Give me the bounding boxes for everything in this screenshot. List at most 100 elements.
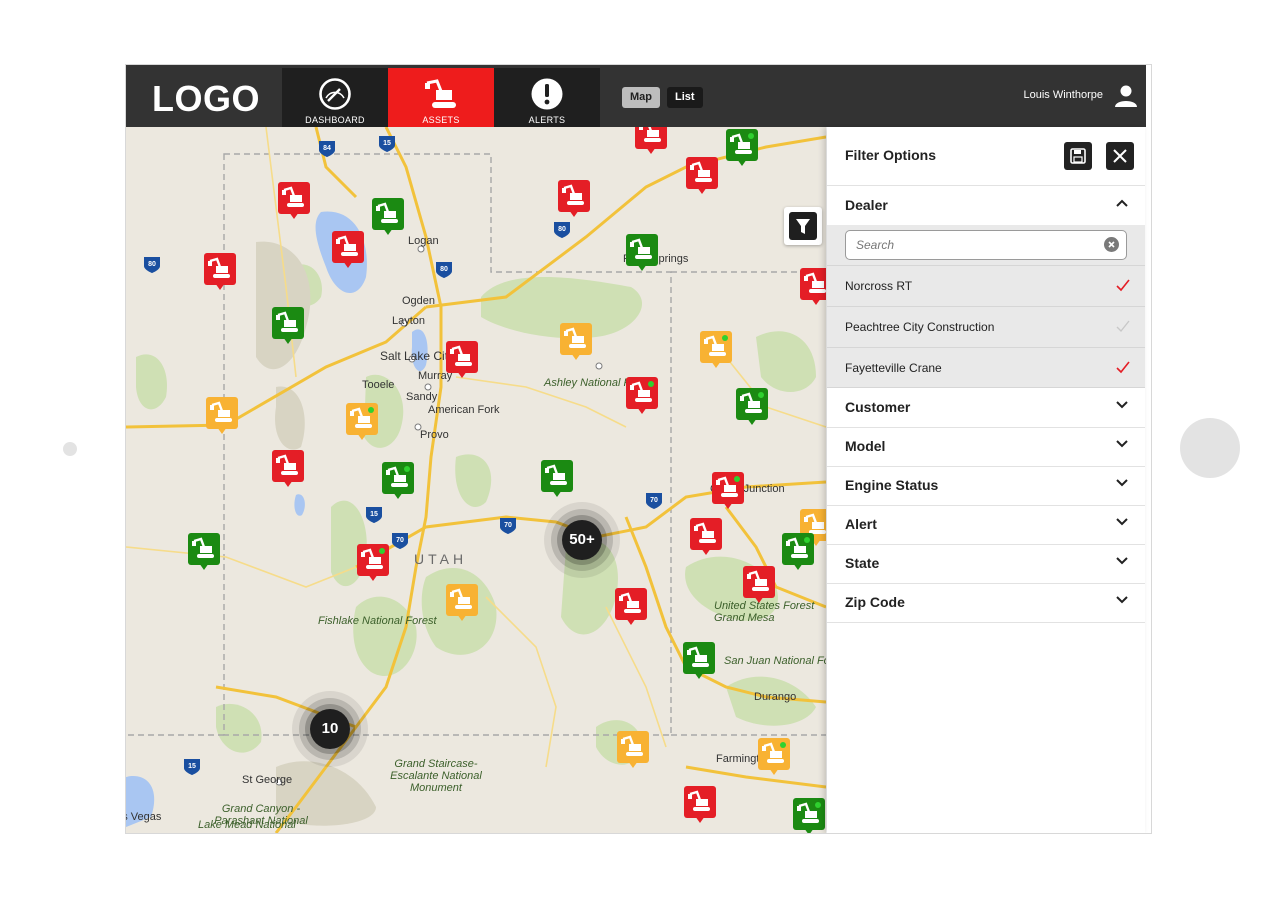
asset-pin[interactable] [683, 642, 715, 686]
section-label: Engine Status [845, 477, 939, 493]
nav-assets[interactable]: ASSETS [388, 68, 494, 127]
filter-panel: Filter Options Dealer Search Norcross RT… [827, 127, 1145, 833]
asset-pin[interactable] [560, 323, 592, 367]
asset-pin[interactable] [635, 127, 667, 161]
list-view-toggle[interactable]: List [667, 87, 703, 108]
excavator-icon [804, 272, 826, 293]
asset-pin[interactable] [626, 377, 658, 421]
svg-text:15: 15 [370, 511, 378, 518]
asset-pin[interactable] [558, 180, 590, 224]
logo: LOGO [152, 78, 260, 119]
asset-pin[interactable] [626, 234, 658, 278]
asset-pin[interactable] [206, 397, 238, 441]
dealer-option[interactable]: Fayetteville Crane [827, 347, 1145, 388]
excavator-icon [276, 454, 298, 475]
asset-pin[interactable] [372, 198, 404, 242]
filter-section-engine-status[interactable]: Engine Status [827, 466, 1145, 506]
nav-dashboard[interactable]: DASHBOARD [282, 68, 388, 127]
asset-pin[interactable] [382, 462, 414, 506]
filter-toggle-button[interactable] [784, 207, 822, 245]
filter-section-dealer[interactable]: Dealer [827, 185, 1145, 226]
asset-pin[interactable] [743, 566, 775, 610]
asset-pin[interactable] [346, 403, 378, 447]
option-label: Peachtree City Construction [845, 320, 995, 334]
cluster-count: 10 [310, 709, 350, 749]
asset-pin[interactable] [782, 533, 814, 577]
asset-pin[interactable] [615, 588, 647, 632]
asset-pin[interactable] [617, 731, 649, 775]
svg-text:70: 70 [396, 537, 404, 544]
asset-pin[interactable] [278, 182, 310, 226]
user-icon[interactable] [1114, 84, 1138, 108]
excavator-icon [694, 522, 716, 543]
option-label: Norcross RT [845, 279, 913, 293]
check-icon [1116, 279, 1130, 292]
asset-cluster[interactable]: 50+ [542, 500, 622, 580]
asset-pin[interactable] [188, 533, 220, 577]
asset-pin[interactable] [684, 786, 716, 830]
excavator-icon [336, 235, 358, 256]
map-view-toggle[interactable]: Map [622, 87, 660, 108]
chevron-up-icon [1116, 199, 1128, 207]
save-icon [1070, 148, 1086, 164]
asset-pin[interactable] [758, 738, 790, 782]
nav-alerts-label: ALERTS [528, 115, 566, 125]
close-panel-button[interactable] [1106, 142, 1134, 170]
excavator-icon [276, 311, 298, 332]
clear-search-icon[interactable] [1104, 237, 1119, 252]
map-label: Grand Staircase-Escalante National Monum… [390, 758, 482, 794]
dealer-option[interactable]: Peachtree City Construction [827, 306, 1145, 347]
asset-pin[interactable] [446, 341, 478, 385]
user-name[interactable]: Louis Winthorpe [1024, 89, 1104, 101]
map-label: Lake Mead National [198, 819, 296, 831]
asset-cluster[interactable]: 10 [290, 689, 370, 769]
svg-text:15: 15 [383, 140, 391, 147]
dealer-option[interactable]: Norcross RT [827, 265, 1145, 306]
filter-section-state[interactable]: State [827, 544, 1145, 584]
nav-alerts[interactable]: ALERTS [494, 68, 600, 127]
excavator-icon [687, 646, 709, 667]
map-label: St George [242, 774, 293, 786]
asset-pin[interactable] [357, 544, 389, 588]
asset-pin[interactable] [800, 268, 826, 312]
asset-pin[interactable] [272, 450, 304, 494]
excavator-icon [450, 588, 472, 609]
filter-section-alert[interactable]: Alert [827, 505, 1145, 545]
asset-pin[interactable] [686, 157, 718, 201]
section-label: Dealer [845, 197, 888, 213]
asset-pin[interactable] [712, 472, 744, 516]
chevron-down-icon [1116, 596, 1128, 604]
excavator-icon [639, 127, 661, 142]
map-label: Fishlake National Forest [318, 615, 437, 627]
asset-pin[interactable] [446, 584, 478, 628]
asset-pin[interactable] [332, 231, 364, 275]
dealer-search-input[interactable]: Search [845, 230, 1127, 260]
close-icon [1113, 149, 1127, 163]
asset-pin[interactable] [272, 307, 304, 351]
map-label: Las Vegas [126, 811, 162, 823]
asset-pin[interactable] [726, 129, 758, 173]
check-icon [1116, 320, 1130, 333]
exclamation-icon [531, 78, 563, 110]
asset-pin[interactable] [204, 253, 236, 297]
map-view[interactable]: 84 15 80 80 80 15 70 70 70 15 Logan Ogde… [126, 127, 826, 833]
excavator-icon [208, 257, 230, 278]
section-label: Zip Code [845, 594, 905, 610]
filter-section-model[interactable]: Model [827, 427, 1145, 467]
excavator-icon [747, 570, 769, 591]
filter-section-customer[interactable]: Customer [827, 387, 1145, 428]
svg-text:80: 80 [440, 266, 448, 273]
cluster-count: 50+ [562, 520, 602, 560]
save-filter-button[interactable] [1064, 142, 1092, 170]
svg-text:70: 70 [650, 497, 658, 504]
asset-pin[interactable] [700, 331, 732, 375]
filter-section-zip-code[interactable]: Zip Code [827, 583, 1145, 623]
filter-icon [796, 219, 810, 234]
asset-pin[interactable] [793, 798, 825, 833]
app-window: LOGO DASHBOARD ASSETS ALERTS Map List Lo… [125, 64, 1152, 834]
asset-pin[interactable] [736, 388, 768, 432]
svg-text:80: 80 [148, 261, 156, 268]
gauge-icon [319, 78, 351, 110]
asset-pin[interactable] [690, 518, 722, 562]
asset-pin[interactable] [541, 460, 573, 504]
